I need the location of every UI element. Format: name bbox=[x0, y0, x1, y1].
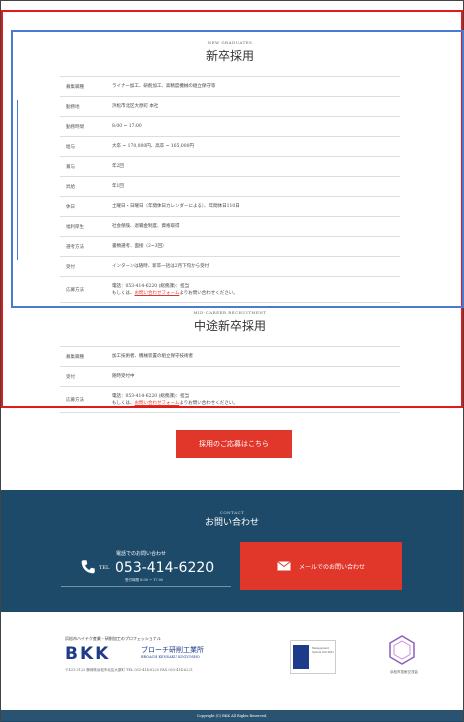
table-row: 賞与 年2回 bbox=[60, 157, 400, 177]
row-value: 浜松市北区大原町 本社 bbox=[112, 104, 159, 109]
mid-career-table: 募集職種 加工技術者、機械装置の組立保守技術者 受付 随時受付中 応募方法 電話：0… bbox=[60, 346, 400, 413]
contact-form-post: よりお問い合わせください。 bbox=[179, 290, 238, 296]
phone-contact[interactable]: 電話でのお問い合わせ TEL 053-414-6220 受付時間 8:00 ~ … bbox=[61, 550, 231, 587]
table-row: 休日 土曜日・日曜日（年間休日カレンダーによる）、年間休日110日 bbox=[60, 197, 400, 217]
phone-number: 053-414-6220 bbox=[115, 560, 215, 576]
contact-form-pre: もしくは、 bbox=[112, 400, 135, 406]
mid-career-title: 中途新卒採用 bbox=[193, 319, 266, 333]
apply-button[interactable]: 採用のご応募はこちら bbox=[176, 430, 292, 458]
mail-contact-button[interactable]: メールでのお問い合わせ bbox=[240, 542, 402, 590]
row-value: 加工技術者、機械装置の組立保守技術者 bbox=[112, 354, 193, 359]
row-value: ライナー加工、研削加工、高精度機械の組立保守等 bbox=[112, 84, 216, 89]
table-row: 受付 随時受付中 bbox=[60, 367, 400, 387]
new-grad-table: 募集職種 ライナー加工、研削加工、高精度機械の組立保守等 勤務地 浜松市北区大原町 … bbox=[60, 76, 400, 303]
mail-button-label: メールでのお問い合わせ bbox=[298, 563, 365, 571]
row-value: インターンは随時、新卒一括は2月下旬から受付 bbox=[112, 264, 210, 269]
contact-form-text: もしくは、お問い合わせフォームよりお問い合わせください。 bbox=[112, 290, 400, 297]
table-row: 勤務地 浜松市北区大原町 本社 bbox=[60, 97, 400, 117]
mid-career-section: MID-CAREER RECRUITMENT 中途新卒採用 募集職種 加工技術者、… bbox=[60, 310, 400, 413]
table-row: 募集職種 ライナー加工、研削加工、高精度機械の組立保守等 bbox=[60, 77, 400, 97]
phone-divider bbox=[61, 586, 231, 587]
new-grad-section: NEW GRADUATES 新卒採用 募集職種 ライナー加工、研削加工、高精度機械… bbox=[60, 40, 400, 303]
row-value: 大卒 ~ 170,000円、高卒 ~ 165,000円 bbox=[112, 144, 194, 149]
iso-text: Management System ISO 9001 bbox=[312, 647, 334, 654]
company-address: 〒431-3122 静岡県浜松市北区大原町 TEL 053-414-6220 F… bbox=[65, 668, 193, 672]
row-key: 受付 bbox=[66, 374, 75, 380]
partner-logo-icon bbox=[389, 635, 415, 665]
phone-icon bbox=[81, 560, 95, 574]
company-logo[interactable]: BKK bbox=[65, 644, 110, 664]
table-row: 選考方法 書類選考、面接（2~3回） bbox=[60, 237, 400, 257]
contact-form-post: よりお問い合わせください。 bbox=[179, 400, 238, 406]
row-key: 昇給 bbox=[66, 184, 75, 190]
row-key: 募集職種 bbox=[66, 354, 84, 360]
contact-section: CONTACT お問い合わせ 電話でのお問い合わせ TEL 053-414-62… bbox=[1, 490, 463, 612]
table-row: 応募方法 電話：053-414-6220 (総務課)：担当 もしくは、お問い合わ… bbox=[60, 277, 400, 303]
mid-career-heading: MID-CAREER RECRUITMENT 中途新卒採用 bbox=[60, 310, 400, 334]
phone-label: 電話でのお問い合わせ bbox=[116, 551, 167, 557]
row-value: 電話：053-414-6220 (総務課)：担当 もしくは、お問い合わせフォーム… bbox=[112, 393, 400, 407]
row-value: 年1回 bbox=[112, 184, 124, 189]
row-key: 受付 bbox=[66, 264, 75, 270]
row-key: 応募方法 bbox=[66, 397, 84, 403]
contact-form-link[interactable]: お問い合わせフォーム bbox=[135, 291, 180, 296]
row-key: 休日 bbox=[66, 204, 75, 210]
row-key: 勤務時間 bbox=[66, 124, 84, 130]
copyright-bar: Copyright (C) BKK All Rights Reserved. bbox=[1, 710, 463, 722]
row-value: 書類選考、面接（2~3回） bbox=[112, 244, 167, 249]
phone-hours: 受付時間 8:00 ~ 17:00 bbox=[125, 578, 164, 582]
row-key: 応募方法 bbox=[66, 287, 84, 293]
table-row: 給与 大卒 ~ 170,000円、高卒 ~ 165,000円 bbox=[60, 137, 400, 157]
mid-career-subtitle: MID-CAREER RECRUITMENT bbox=[193, 310, 267, 315]
footer-tagline: 浜松市ハイテク産業・研削加工のプロフェッショナル bbox=[65, 636, 161, 641]
row-key: 賞与 bbox=[66, 164, 75, 170]
contact-title: お問い合わせ bbox=[204, 518, 259, 528]
contact-form-text: もしくは、お問い合わせフォームよりお問い合わせください。 bbox=[112, 400, 400, 407]
table-row: 受付 インターンは随時、新卒一括は2月下旬から受付 bbox=[60, 257, 400, 277]
row-key: 勤務地 bbox=[66, 104, 80, 110]
row-value: 年2回 bbox=[112, 164, 124, 169]
mail-icon bbox=[277, 561, 291, 571]
iso-badge: Management System ISO 9001 bbox=[290, 640, 336, 674]
row-value: 土曜日・日曜日（年間休日カレンダーによる）、年間休日110日 bbox=[112, 204, 240, 209]
row-value: 社会保険、退職金制度、資格取得 bbox=[112, 224, 180, 229]
iso-mark-icon bbox=[293, 645, 309, 669]
row-value: 電話：053-414-6220 (総務課)：担当 もしくは、お問い合わせフォーム… bbox=[112, 283, 400, 297]
table-row: 昇給 年1回 bbox=[60, 177, 400, 197]
company-name: ブローチ研削工業所 bbox=[141, 646, 204, 654]
partner-label: 浜松市技術交流会 bbox=[390, 670, 418, 674]
new-grad-heading: NEW GRADUATES 新卒採用 bbox=[60, 40, 400, 64]
table-row: 福利厚生 社会保険、退職金制度、資格取得 bbox=[60, 217, 400, 237]
contact-form-link[interactable]: お問い合わせフォーム bbox=[135, 401, 180, 406]
table-row: 勤務時間 8:00 ~ 17:00 bbox=[60, 117, 400, 137]
tel-prefix: TEL bbox=[99, 565, 110, 571]
new-grad-title: 新卒採用 bbox=[205, 49, 254, 63]
row-key: 選考方法 bbox=[66, 244, 84, 250]
footer: 浜松市ハイテク産業・研削加工のプロフェッショナル BKK ブローチ研削工業所 B… bbox=[1, 612, 463, 710]
contact-phone-text: 電話：053-414-6220 (総務課)：担当 bbox=[112, 393, 190, 399]
row-value: 8:00 ~ 17:00 bbox=[112, 124, 142, 129]
contact-form-pre: もしくは、 bbox=[112, 290, 135, 296]
company-name-en: BROACH KENSAKU KOGYOSHO bbox=[141, 655, 200, 659]
row-value: 随時受付中 bbox=[112, 374, 135, 379]
new-grad-subtitle: NEW GRADUATES bbox=[207, 40, 253, 45]
contact-phone-text: 電話：053-414-6220 (総務課)：担当 bbox=[112, 283, 190, 289]
table-row: 募集職種 加工技術者、機械装置の組立保守技術者 bbox=[60, 347, 400, 367]
row-key: 募集職種 bbox=[66, 84, 84, 90]
row-key: 給与 bbox=[66, 144, 75, 150]
table-row: 応募方法 電話：053-414-6220 (総務課)：担当 もしくは、お問い合わ… bbox=[60, 387, 400, 413]
row-key: 福利厚生 bbox=[66, 224, 84, 230]
